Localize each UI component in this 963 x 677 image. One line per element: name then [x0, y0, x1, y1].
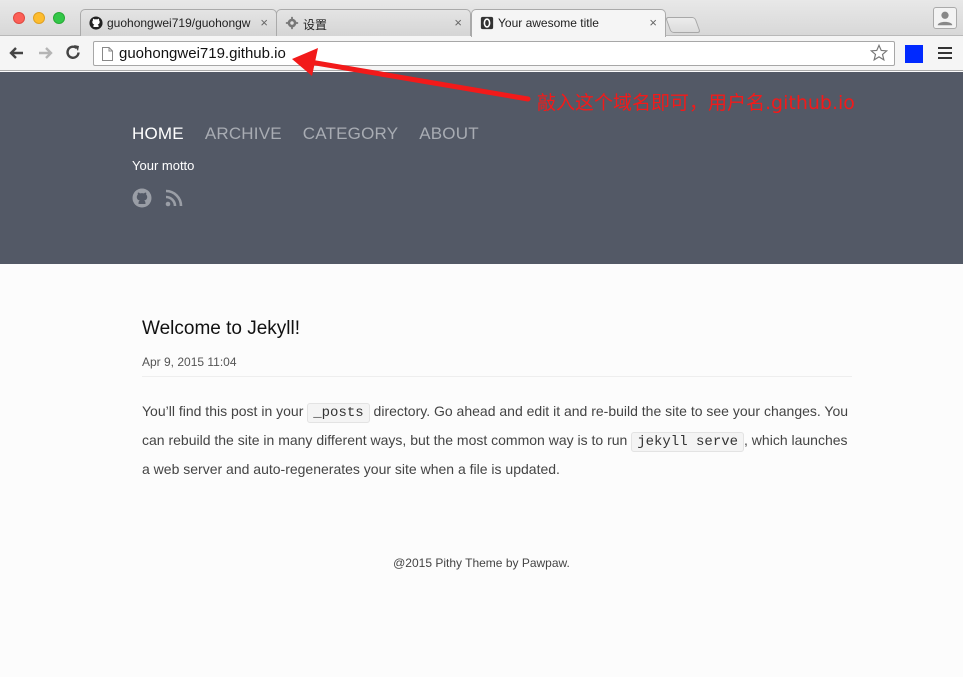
- reload-icon[interactable]: [63, 43, 83, 63]
- gear-icon: [285, 16, 299, 30]
- url-text[interactable]: guohongwei719.github.io: [119, 45, 286, 62]
- tab-settings[interactable]: 设置 ×: [276, 9, 471, 37]
- tab-strip: guohongwei719/guohongw × 设置 × Your aweso…: [0, 0, 963, 37]
- forward-icon[interactable]: [35, 43, 55, 63]
- person-icon: [937, 11, 953, 26]
- back-icon[interactable]: [7, 43, 27, 63]
- page-icon: [102, 47, 113, 61]
- nav-archive[interactable]: ARCHIVE: [205, 124, 282, 143]
- browser-toolbar: guohongwei719.github.io: [0, 36, 963, 71]
- zoom-window-button[interactable]: [53, 12, 65, 24]
- inline-code: _posts: [307, 403, 370, 423]
- browser-window: guohongwei719/guohongw × 设置 × Your aweso…: [0, 0, 963, 677]
- close-window-button[interactable]: [13, 12, 25, 24]
- extension-icon[interactable]: [905, 45, 923, 63]
- new-tab-button[interactable]: [665, 17, 701, 33]
- tab-your-awesome-title[interactable]: Your awesome title ×: [471, 9, 666, 37]
- address-bar[interactable]: guohongwei719.github.io: [93, 41, 895, 66]
- menu-icon[interactable]: [938, 47, 952, 61]
- tab-close-icon[interactable]: ×: [649, 15, 657, 30]
- tab-title: Your awesome title: [498, 16, 599, 30]
- page-o-icon: [480, 16, 494, 30]
- post-text: You’ll find this post in your: [142, 403, 308, 419]
- tab-title: guohongwei719/guohongw: [107, 16, 251, 30]
- github-icon[interactable]: [132, 188, 152, 208]
- nav-home[interactable]: HOME: [132, 124, 184, 143]
- github-icon: [89, 16, 103, 30]
- rss-icon[interactable]: [164, 188, 184, 208]
- site-nav: HOME ARCHIVE CATEGORY ABOUT: [132, 124, 500, 144]
- bookmark-star-icon[interactable]: [870, 44, 888, 62]
- profile-button[interactable]: [933, 7, 957, 29]
- tab-github[interactable]: guohongwei719/guohongw ×: [80, 9, 277, 37]
- post-date: Apr 9, 2015 11:04: [142, 355, 237, 369]
- nav-about[interactable]: ABOUT: [419, 124, 479, 143]
- tab-close-icon[interactable]: ×: [454, 15, 462, 30]
- nav-category[interactable]: CATEGORY: [303, 124, 398, 143]
- post-title[interactable]: Welcome to Jekyll!: [142, 318, 300, 340]
- minimize-window-button[interactable]: [33, 12, 45, 24]
- annotation-text: 敲入这个域名即可，用户名.github.io: [537, 92, 855, 114]
- site-motto: Your motto: [132, 158, 195, 173]
- post-divider: [142, 376, 852, 377]
- post-body: You’ll find this post in your _posts dir…: [142, 398, 854, 483]
- tab-close-icon[interactable]: ×: [260, 15, 268, 30]
- tab-title: 设置: [303, 18, 328, 32]
- inline-code: jekyll serve: [631, 432, 745, 452]
- site-footer: @2015 Pithy Theme by Pawpaw.: [393, 556, 570, 570]
